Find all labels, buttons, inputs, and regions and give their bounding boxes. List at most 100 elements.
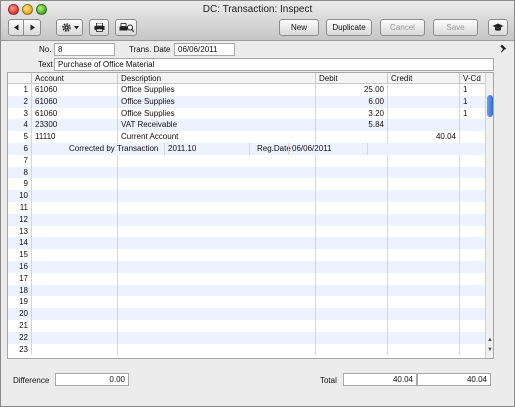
cell-account[interactable]: 11110 (32, 131, 118, 143)
pin-icon[interactable] (498, 44, 507, 53)
operations-menu-button[interactable] (56, 19, 83, 36)
cell-description[interactable]: Office Supplies (118, 84, 316, 96)
cell-account[interactable]: 61060 (32, 107, 118, 120)
cell-debit[interactable] (316, 131, 388, 143)
cell-vcd[interactable] (460, 190, 487, 202)
cell-credit[interactable] (388, 95, 460, 108)
cell-credit[interactable] (388, 202, 460, 214)
cell-vcd[interactable] (460, 320, 487, 332)
cell-vcd[interactable] (460, 272, 487, 285)
cell-credit[interactable] (388, 320, 460, 332)
cell-account[interactable] (32, 308, 118, 320)
cell-credit[interactable] (388, 225, 460, 238)
cell-vcd[interactable] (460, 343, 487, 356)
scrollbar-thumb[interactable] (487, 95, 493, 117)
print-preview-button[interactable] (115, 19, 137, 36)
table-row[interactable]: 21 (8, 320, 487, 332)
trans-date-field[interactable]: 06/06/2011 (174, 43, 235, 56)
table-row[interactable]: 16 (8, 261, 487, 273)
new-button[interactable]: New (279, 19, 319, 36)
table-row[interactable]: 5 11110 Current Account 40.04 (8, 131, 487, 143)
table-row[interactable]: 15 (8, 249, 487, 261)
table-row[interactable]: 8 (8, 166, 487, 179)
cell-debit[interactable] (316, 166, 388, 179)
cell-debit[interactable] (316, 202, 388, 214)
cell-debit[interactable] (316, 249, 388, 261)
cell-description[interactable] (118, 166, 316, 179)
table-row[interactable]: 19 (8, 296, 487, 309)
table-row[interactable]: 14 (8, 237, 487, 250)
duplicate-button[interactable]: Duplicate (326, 19, 372, 36)
cell-credit[interactable] (388, 190, 460, 202)
cell-debit[interactable]: 25.00 (316, 84, 388, 96)
cell-credit[interactable] (388, 331, 460, 344)
table-row[interactable]: 17 (8, 272, 487, 285)
cell-debit[interactable] (316, 343, 388, 356)
scroll-down-arrow-icon[interactable]: ▼ (487, 347, 493, 353)
cell-account[interactable] (32, 284, 118, 297)
cell-account[interactable] (32, 178, 118, 191)
cell-description[interactable] (118, 261, 316, 273)
cell-account[interactable] (32, 225, 118, 238)
table-row[interactable]: 10 (8, 190, 487, 202)
cell-debit[interactable]: 5.84 (316, 119, 388, 132)
cell-description[interactable] (118, 213, 316, 226)
cell-debit[interactable]: 3.20 (316, 107, 388, 120)
cell-debit[interactable] (316, 272, 388, 285)
cell-account[interactable] (32, 331, 118, 344)
cell-vcd[interactable] (460, 237, 487, 250)
cell-vcd[interactable] (460, 225, 487, 238)
table-row[interactable]: 9 (8, 178, 487, 191)
cell-vcd[interactable] (460, 202, 487, 214)
cell-vcd[interactable] (460, 178, 487, 191)
cell-vcd[interactable] (460, 308, 487, 320)
cell-description[interactable] (118, 237, 316, 250)
table-row[interactable]: 18 (8, 284, 487, 297)
table-row[interactable]: 1 61060 Office Supplies 25.00 1 (8, 84, 487, 96)
cell-description[interactable] (118, 272, 316, 285)
text-field[interactable]: Purchase of Office Material (54, 58, 494, 71)
cell-debit[interactable] (316, 261, 388, 273)
cell-vcd[interactable]: 1 (460, 95, 487, 108)
table-row[interactable]: 12 (8, 213, 487, 226)
cell-account[interactable]: 23300 (32, 119, 118, 132)
cell-credit[interactable] (388, 261, 460, 273)
cell-vcd[interactable] (460, 261, 487, 273)
cell-description[interactable]: Office Supplies (118, 95, 316, 108)
cell-vcd[interactable] (460, 284, 487, 297)
save-button[interactable]: Save (433, 19, 478, 36)
cell-debit[interactable] (316, 284, 388, 297)
cell-vcd[interactable] (460, 154, 487, 167)
cell-account[interactable]: 61060 (32, 84, 118, 96)
table-row[interactable]: 20 (8, 308, 487, 320)
cell-description[interactable] (118, 296, 316, 309)
table-row[interactable]: 22 (8, 331, 487, 344)
cell-debit[interactable] (316, 237, 388, 250)
cell-vcd[interactable] (460, 249, 487, 261)
cell-account[interactable] (32, 213, 118, 226)
cell-vcd[interactable] (460, 331, 487, 344)
cell-vcd[interactable] (460, 296, 487, 309)
cell-account[interactable] (32, 296, 118, 309)
cell-debit[interactable] (316, 178, 388, 191)
scroll-up-arrow-icon[interactable]: ▲ (487, 337, 493, 343)
cell-description[interactable] (118, 154, 316, 167)
cell-account[interactable] (32, 320, 118, 332)
cell-credit[interactable] (388, 154, 460, 167)
cell-description[interactable] (118, 331, 316, 344)
cell-debit[interactable]: 6.00 (316, 95, 388, 108)
table-row[interactable]: 11 (8, 202, 487, 214)
cell-credit[interactable] (388, 107, 460, 120)
cell-vcd[interactable]: 1 (460, 84, 487, 96)
cell-description[interactable] (118, 190, 316, 202)
table-row[interactable]: 7 (8, 154, 487, 167)
cell-description[interactable]: VAT Receivable (118, 119, 316, 132)
cell-vcd[interactable] (460, 213, 487, 226)
cell-debit[interactable] (316, 213, 388, 226)
cell-description[interactable]: Current Account (118, 131, 316, 143)
table-row[interactable]: 4 23300 VAT Receivable 5.84 (8, 119, 487, 132)
previous-record-button[interactable] (8, 19, 24, 36)
cell-debit[interactable] (316, 296, 388, 309)
table-row[interactable]: 13 (8, 225, 487, 238)
help-button[interactable] (488, 19, 508, 36)
